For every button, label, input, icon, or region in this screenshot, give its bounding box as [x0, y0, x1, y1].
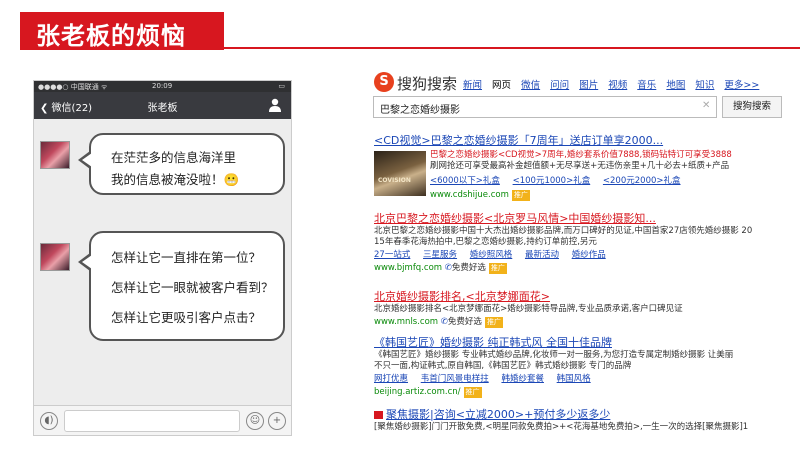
search-button[interactable]: 搜狗搜索 — [722, 96, 782, 118]
sitelink[interactable]: 婚纱照风格 — [470, 250, 513, 260]
contact-name: 张老板 — [147, 103, 178, 114]
camera-icon — [374, 411, 383, 419]
nav-map[interactable]: 地图 — [666, 80, 685, 91]
result-title[interactable]: <CD视觉>巴黎之恋婚纱摄影「7周年」送店订单享2000... — [374, 134, 663, 148]
sogou-brand[interactable]: 搜狗搜索 — [397, 73, 457, 94]
ad-tag: 推广 — [463, 387, 482, 398]
sitelink[interactable]: 三星服务 — [423, 250, 457, 260]
snippet-line: [聚焦婚纱摄影]门门开散免费,<明星同款免费拍>+<花海基地免费拍>,一生一次的… — [374, 422, 749, 432]
result-url[interactable]: beijing.artiz.com.cn/ — [374, 387, 461, 397]
ad-tag: 推广 — [484, 317, 503, 328]
search-result-1: <CD视觉>巴黎之恋婚纱摄影「7周年」送店订单享2000... — [374, 134, 663, 148]
sitelink[interactable]: 27一站式 — [374, 250, 410, 260]
title-underline — [224, 47, 800, 49]
search-result-5: 聚焦摄影|咨询<立减2000>+预付多少返多少 [聚焦婚纱摄影]门门开散免费,<… — [374, 408, 748, 433]
avatar[interactable] — [40, 243, 70, 271]
result-title[interactable]: 聚焦摄影|咨询<立减2000>+预付多少返多少 — [386, 408, 610, 421]
nav-more[interactable]: 更多>> — [724, 80, 759, 91]
search-nav: 新闻 网页 微信 问问 图片 视频 音乐 地图 知识 更多>> — [463, 77, 766, 91]
slide-title: 张老板的烦恼 — [36, 22, 186, 50]
carrier-signal: ●●●●○ 中国联通 ᯤ — [38, 83, 108, 91]
snippet-line: 巴黎之恋婚纱摄影<CD视觉>7周年,婚纱套系价值7888,锁码钻特订可享受388… — [430, 150, 732, 160]
snippet-line: 刷网抢还可享受最高补金超值额+无尽享送+无违伤亲里+几十必去+纸质+产品 — [430, 161, 730, 171]
ad-tag: 推广 — [511, 190, 530, 201]
snippet-line: 北京巴黎之恋婚纱摄影中国十大杰出婚纱摄影品牌,而万口碑好的见证,中国首家27店领… — [374, 226, 753, 236]
result-url[interactable]: www.mnls.com — [374, 317, 438, 327]
sitelink[interactable]: 网打优惠 — [374, 374, 408, 384]
thumbnail-caption: COVISION — [378, 177, 411, 184]
nav-weixin[interactable]: 微信 — [521, 80, 540, 91]
trust-label: 免费好选 — [447, 317, 482, 327]
sitelink[interactable]: <200元2000>礼盒 — [603, 176, 681, 186]
plus-icon[interactable]: + — [268, 412, 286, 430]
sitelink[interactable]: <6000以下>礼盒 — [430, 176, 500, 186]
status-bar: ●●●●○ 中国联通 ᯤ 20:09 ▭ — [34, 81, 291, 92]
phone-chat-screen: ●●●●○ 中国联通 ᯤ 20:09 ▭ ❮ 微信(22) 张老板 在茫茫多的信… — [33, 80, 292, 436]
nav-images[interactable]: 图片 — [579, 80, 598, 91]
result-url[interactable]: www.cdshijue.com — [430, 190, 509, 200]
chat-bubble-1: 在茫茫多的信息海洋里 我的信息被淹没啦！😬 — [89, 133, 285, 195]
phone-icon: ✆ — [440, 317, 448, 327]
bubble-tail-fill — [82, 153, 92, 167]
profile-icon[interactable] — [269, 98, 281, 112]
snippet-line: 《韩国艺匠》婚纱摄影 专业韩式婚纱品牌,化妆师一对一服务,为您打造专属定制婚纱摄… — [374, 350, 734, 360]
snippet-line: 北京婚纱摄影排名<北京梦娜面花>婚纱摄影特导品牌,专业品质承诺,客户口碑见证 — [374, 304, 683, 314]
result-title[interactable]: 《韩国艺匠》婚纱摄影 纯正韩式风 全国十佳品牌 — [374, 336, 733, 350]
chat-bubble-2: 怎样让它一直排在第一位？ 怎样让它一眼就被客户看到？ 怎样让它更吸引客户点击？ — [89, 231, 285, 341]
snippet-line: 15年春季花海热拍中,巴黎之恋婚纱摄影,持约订单前控,另元 — [374, 237, 597, 247]
phone-icon: ✆ — [444, 263, 452, 273]
sitelink[interactable]: 婚纱作品 — [572, 250, 606, 260]
result-title[interactable]: 北京巴黎之恋婚纱摄影<北京罗马风情>中国婚纱摄影知... — [374, 212, 752, 226]
search-result-4: 《韩国艺匠》婚纱摄影 纯正韩式风 全国十佳品牌 《韩国艺匠》婚纱摄影 专业韩式婚… — [374, 336, 733, 398]
sitelink[interactable]: 最新活动 — [525, 250, 559, 260]
search-result-2: 北京巴黎之恋婚纱摄影<北京罗马风情>中国婚纱摄影知... 北京巴黎之恋婚纱摄影中… — [374, 212, 752, 274]
snippet-line: 不只一面,构证韩式,原自韩国,《韩国艺匠》韩式婚纱摄影 专门的品牌 — [374, 361, 632, 371]
result-snippet: 巴黎之恋婚纱摄影<CD视觉>7周年,婚纱套系价值7888,锁码钻特订可享受388… — [430, 150, 732, 201]
emoji-icon[interactable]: ☺ — [246, 412, 264, 430]
message-line: 在茫茫多的信息海洋里 — [111, 150, 237, 165]
result-thumbnail[interactable]: COVISION — [374, 151, 426, 196]
chat-input-bar: ◖) ☺ + — [34, 405, 291, 435]
sitelink[interactable]: 韦首门风景电样拄 — [421, 374, 489, 384]
sitelink[interactable]: 韩国风格 — [557, 374, 591, 384]
search-result-3: 北京婚纱摄影排名,<北京梦娜面花> 北京婚纱摄影排名<北京梦娜面花>婚纱摄影特导… — [374, 290, 683, 328]
battery-icon: ▭ — [278, 82, 285, 90]
nav-news[interactable]: 新闻 — [463, 80, 482, 91]
chat-nav-bar: ❮ 微信(22) 张老板 — [34, 92, 291, 119]
message-line: 怎样让它更吸引客户点击？ — [111, 310, 262, 325]
avatar[interactable] — [40, 141, 70, 169]
sogou-logo-icon[interactable]: S — [374, 72, 394, 92]
sitelink[interactable]: <100元1000>礼盒 — [513, 176, 591, 186]
search-input[interactable]: 巴黎之恋婚纱摄影 — [373, 96, 717, 118]
clock: 20:09 — [152, 82, 173, 90]
nav-music[interactable]: 音乐 — [637, 80, 656, 91]
message-input[interactable] — [64, 410, 240, 432]
clear-icon[interactable]: ✕ — [702, 100, 710, 111]
ad-tag: 推广 — [488, 263, 507, 274]
nav-video[interactable]: 视频 — [608, 80, 627, 91]
nav-knowledge[interactable]: 知识 — [695, 80, 714, 91]
result-title[interactable]: 北京婚纱摄影排名,<北京梦娜面花> — [374, 290, 683, 304]
nav-web[interactable]: 网页 — [492, 80, 511, 91]
result-url[interactable]: www.bjmfq.com — [374, 263, 442, 273]
nav-wenwen[interactable]: 问问 — [550, 80, 569, 91]
message-line: 怎样让它一直排在第一位？ — [111, 250, 262, 265]
bubble-tail-fill — [82, 255, 92, 269]
message-line: 我的信息被淹没啦！😬 — [111, 172, 240, 187]
trust-label: 免费好选 — [451, 263, 486, 273]
message-line: 怎样让它一眼就被客户看到？ — [111, 280, 274, 295]
voice-icon[interactable]: ◖) — [40, 412, 58, 430]
sitelink[interactable]: 韩婚纱套餐 — [501, 374, 544, 384]
